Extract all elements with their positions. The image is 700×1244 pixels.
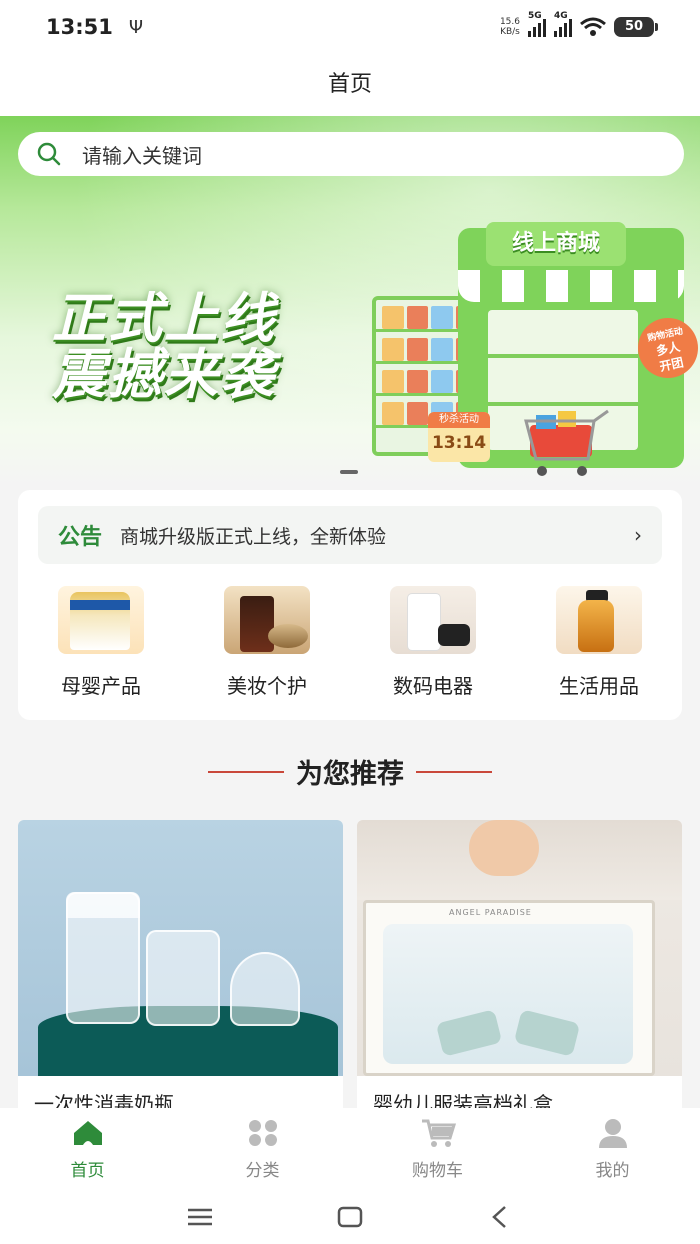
- category-daily[interactable]: 生活用品: [516, 586, 682, 699]
- battery-icon: 50: [614, 17, 658, 37]
- status-time: 13:51: [46, 15, 113, 39]
- status-bar: 13:51 Ψ 15.6 KB/s 5G 4G 50: [0, 0, 700, 54]
- wifi-icon: [580, 17, 606, 37]
- tab-profile[interactable]: 我的: [525, 1108, 700, 1190]
- system-nav-bar: [0, 1190, 700, 1244]
- product-card[interactable]: ANGEL PARADISE 婴幼儿服装高档礼盒: [357, 820, 682, 1120]
- appliance-icon: [390, 586, 476, 654]
- home-icon: [0, 1118, 175, 1148]
- product-image: ANGEL PARADISE: [357, 820, 682, 1076]
- tab-home[interactable]: 首页: [0, 1108, 175, 1190]
- shopping-cart-illustration: [524, 409, 609, 476]
- promo-banner[interactable]: 请输入关键词 正式上线 震撼来袭 线上商城 购物活动 多人 开团 秒杀活动 13…: [0, 116, 700, 486]
- chevron-right-icon: ›: [634, 523, 642, 547]
- product-card[interactable]: 一次性消毒奶瓶: [18, 820, 343, 1120]
- page-title: 首页: [0, 54, 700, 116]
- brand-logo: ANGEL PARADISE: [449, 908, 532, 917]
- flash-sale-timer: 秒杀活动 13:14: [428, 412, 490, 462]
- category-icon: [175, 1118, 350, 1148]
- announcement-label: 公告: [58, 525, 103, 550]
- network-speed: 15.6 KB/s: [499, 17, 520, 37]
- cosmetics-icon: [224, 586, 310, 654]
- search-icon: [37, 142, 61, 166]
- status-indicators: 15.6 KB/s 5G 4G 50: [499, 11, 658, 37]
- baby-formula-icon: [58, 586, 144, 654]
- announcement-text: 商城升级版正式上线，全新体验: [120, 525, 387, 548]
- product-image: [18, 820, 343, 1076]
- tab-cart[interactable]: 购物车: [350, 1108, 525, 1190]
- banner-headline: 正式上线 震撼来袭: [52, 287, 276, 406]
- category-digital[interactable]: 数码电器: [350, 586, 516, 699]
- carousel-indicator: [340, 470, 358, 474]
- signal-4g-icon: 4G: [554, 11, 572, 37]
- category-baby[interactable]: 母婴产品: [18, 586, 184, 699]
- square-icon: [337, 1206, 363, 1228]
- category-beauty[interactable]: 美妆个护: [184, 586, 350, 699]
- search-placeholder: 请输入关键词: [82, 143, 202, 168]
- announcement-bar[interactable]: 公告 商城升级版正式上线，全新体验 ›: [38, 506, 662, 564]
- daily-goods-icon: [556, 586, 642, 654]
- menu-button[interactable]: [180, 1197, 220, 1237]
- store-sign: 线上商城: [486, 222, 626, 266]
- bottom-tab-bar: 首页 分类 购物车 我的: [0, 1108, 700, 1190]
- search-input[interactable]: 请输入关键词: [18, 132, 684, 176]
- notice-category-card: 公告 商城升级版正式上线，全新体验 › 母婴产品 美妆个护 数码电器 生活用品: [18, 490, 682, 720]
- divider: [416, 770, 492, 773]
- tab-category[interactable]: 分类: [175, 1108, 350, 1190]
- profile-icon: [525, 1118, 700, 1148]
- signal-5g-icon: 5G: [528, 11, 546, 37]
- back-icon: [492, 1206, 506, 1228]
- menu-icon: [188, 1208, 212, 1226]
- divider: [208, 770, 284, 773]
- usb-icon: Ψ: [128, 16, 144, 38]
- category-grid: 母婴产品 美妆个护 数码电器 生活用品: [18, 586, 682, 699]
- recommend-heading: 为您推荐: [0, 752, 700, 791]
- back-button[interactable]: [480, 1197, 520, 1237]
- cart-icon: [350, 1118, 525, 1148]
- home-button[interactable]: [330, 1197, 370, 1237]
